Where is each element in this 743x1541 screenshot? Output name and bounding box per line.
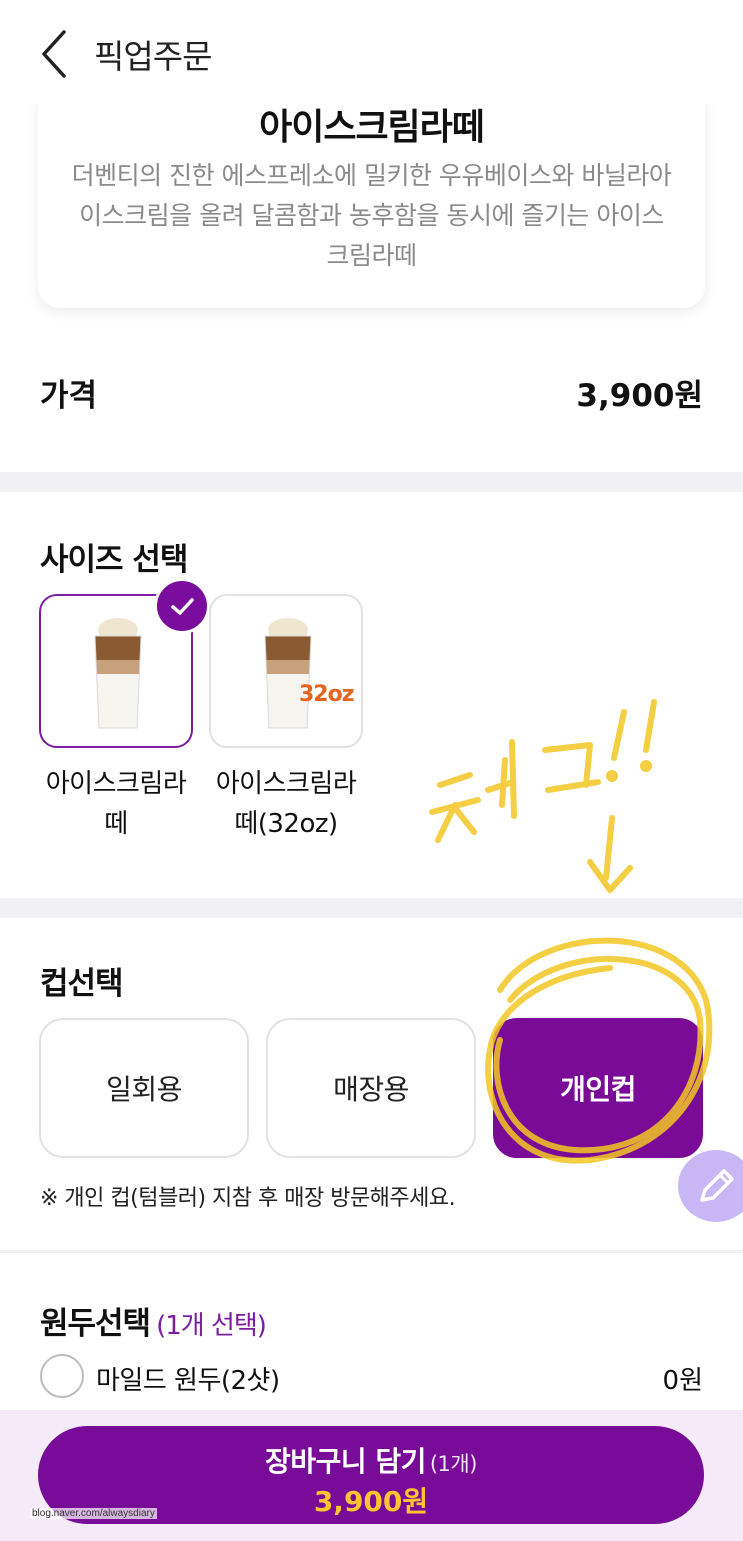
- bean-option-price: 0원: [662, 1366, 703, 1396]
- add-to-cart-label-row: 장바구니 담기 (1개): [38, 1440, 704, 1480]
- bean-section-title: 원두선택 (1개 선택): [40, 1298, 267, 1343]
- price-label: 가격: [40, 378, 98, 414]
- page-title: 픽업주문: [94, 37, 212, 76]
- bean-section-subtitle: (1개 선택): [156, 1311, 267, 1341]
- watermark: blog.naver.com/alwaysdiary: [30, 1508, 157, 1519]
- cup-option-personal[interactable]: 개인컵: [493, 1018, 703, 1158]
- check-icon: [171, 598, 194, 615]
- price-row: 가격 3,900원: [0, 360, 743, 424]
- iced-latte-image: [94, 618, 142, 729]
- bottom-bar: 장바구니 담기 (1개) 3,900원: [0, 1410, 743, 1541]
- section-divider: [0, 1250, 743, 1253]
- bean-option-row[interactable]: 마일드 원두(2샷) 0원: [0, 1352, 743, 1408]
- cart-quantity: (1개): [429, 1452, 478, 1476]
- selected-check-badge: [154, 578, 210, 634]
- back-button[interactable]: [34, 26, 78, 82]
- add-to-cart-label: 장바구니 담기: [265, 1445, 426, 1478]
- price-value: 3,900원: [576, 378, 703, 414]
- size-option-label: 아이스크림라떼(32oz): [215, 769, 357, 839]
- product-description-card: 아이스크림라떼 더벤티의 진한 에스프레소에 밀키한 우유베이스와 바닐라아이스…: [38, 80, 705, 308]
- product-description: 더벤티의 진한 에스프레소에 밀키한 우유베이스와 바닐라아이스크림을 올려 달…: [71, 161, 672, 270]
- cup-section-title: 컵선택: [40, 966, 124, 1002]
- bean-option-radio[interactable]: [40, 1354, 84, 1398]
- edit-floating-button[interactable]: [678, 1150, 743, 1222]
- size-option-label: 아이스크림라떼: [45, 769, 187, 839]
- cup-option-store[interactable]: 매장용: [266, 1018, 476, 1158]
- top-bar: 픽업주문: [0, 0, 743, 104]
- cup-note: ※ 개인 컵(텀블러) 지참 후 매장 방문해주세요.: [40, 1186, 456, 1211]
- product-name: 아이스크림라떼: [259, 107, 485, 148]
- size-section-title: 사이즈 선택: [40, 542, 188, 578]
- pencil-icon: [700, 1169, 734, 1202]
- size-option-32oz[interactable]: 32oz: [209, 594, 363, 748]
- 32oz-badge: 32oz: [299, 682, 355, 707]
- bean-option-label: 마일드 원두(2샷): [96, 1366, 280, 1396]
- bean-section-title-text: 원두선택: [40, 1306, 151, 1342]
- chevron-left-icon: [42, 30, 66, 78]
- annotation-text-strokes: [429, 739, 517, 843]
- section-divider: [0, 472, 743, 492]
- cup-option-disposable[interactable]: 일회용: [39, 1018, 249, 1158]
- iced-latte-image: [264, 618, 312, 729]
- section-divider: [0, 898, 743, 918]
